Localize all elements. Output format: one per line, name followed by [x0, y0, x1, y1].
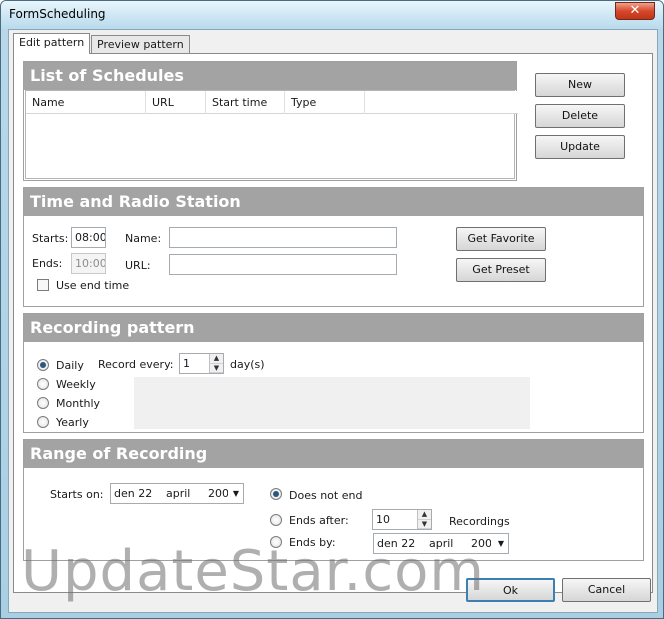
schedules-list[interactable]: Name URL Start time Type [25, 90, 518, 179]
pattern-options-panel [134, 377, 530, 429]
ends-after-radio[interactable] [270, 514, 282, 526]
close-button[interactable]: ✕ [615, 2, 655, 20]
record-every-label: Record every: [98, 358, 174, 371]
start-date-year: 2007 [208, 487, 228, 500]
schedules-table-header: Name URL Start time Type [26, 91, 518, 114]
edit-pattern-page: List of Schedules Name URL Start time Ty… [13, 53, 653, 593]
delete-button[interactable]: Delete [535, 104, 625, 128]
spin-down-icon[interactable]: ▼ [210, 364, 223, 373]
column-header-url[interactable]: URL [146, 91, 206, 114]
daily-radio[interactable] [37, 359, 49, 371]
daily-label: Daily [56, 359, 84, 372]
station-name-input[interactable] [169, 227, 397, 248]
station-url-input[interactable] [169, 254, 397, 275]
update-button[interactable]: Update [535, 135, 625, 159]
start-date-picker[interactable]: den 22 april 2007 ▼ [110, 483, 244, 504]
schedules-header: List of Schedules [24, 62, 516, 90]
column-header-start-time[interactable]: Start time [206, 91, 285, 114]
ends-after-value: 10 [376, 513, 390, 526]
recordings-label: Recordings [449, 515, 510, 528]
column-header-name[interactable]: Name [26, 91, 146, 114]
time-station-header: Time and Radio Station [24, 188, 643, 216]
use-end-time-checkbox[interactable] [37, 279, 49, 291]
window-title: FormScheduling [9, 7, 106, 21]
range-header: Range of Recording [24, 440, 643, 468]
start-date-month: april [166, 487, 191, 500]
watermark: UpdateStar.com [21, 539, 485, 604]
monthly-radio[interactable] [37, 397, 49, 409]
record-every-value: 1 [183, 357, 190, 370]
client-area: Edit pattern Preview pattern List of Sch… [8, 29, 658, 613]
weekly-label: Weekly [56, 378, 96, 391]
start-time-input[interactable]: 08:00 [71, 227, 106, 248]
title-bar: FormScheduling ✕ [1, 1, 663, 29]
get-favorite-button[interactable]: Get Favorite [456, 227, 546, 251]
chevron-down-icon[interactable]: ▼ [498, 534, 504, 553]
schedules-group: List of Schedules Name URL Start time Ty… [23, 61, 518, 181]
recording-pattern-header: Recording pattern [24, 314, 643, 342]
time-station-group: Time and Radio Station Starts: 08:00 End… [23, 187, 644, 307]
start-date-day: den 22 [114, 487, 153, 500]
recording-pattern-group: Recording pattern Daily Weekly Monthly Y… [23, 313, 644, 433]
spin-down-icon[interactable]: ▼ [418, 520, 431, 529]
url-label: URL: [125, 259, 151, 272]
starts-label: Starts: [32, 232, 69, 245]
new-button[interactable]: New [535, 73, 625, 97]
ends-label: Ends: [32, 257, 63, 270]
spin-up-icon[interactable]: ▲ [210, 354, 223, 364]
end-time-input[interactable]: 10:00 [71, 253, 106, 274]
tab-edit-pattern[interactable]: Edit pattern [13, 33, 91, 54]
does-not-end-label: Does not end [289, 489, 363, 502]
days-unit-label: day(s) [230, 358, 265, 371]
does-not-end-radio[interactable] [270, 488, 282, 500]
starts-on-label: Starts on: [50, 488, 104, 501]
spin-up-icon[interactable]: ▲ [418, 510, 431, 520]
weekly-radio[interactable] [37, 378, 49, 390]
column-header-type[interactable]: Type [285, 91, 365, 114]
form-scheduling-window: FormScheduling ✕ Edit pattern Preview pa… [0, 0, 664, 619]
cancel-button[interactable]: Cancel [562, 578, 651, 602]
record-every-input[interactable]: 1 ▲ ▼ [179, 353, 224, 374]
record-every-spinner[interactable]: ▲ ▼ [209, 354, 223, 373]
use-end-time-label: Use end time [56, 279, 130, 292]
monthly-label: Monthly [56, 397, 101, 410]
yearly-radio[interactable] [37, 416, 49, 428]
chevron-down-icon[interactable]: ▼ [233, 484, 239, 503]
yearly-label: Yearly [56, 416, 89, 429]
name-label: Name: [125, 232, 162, 245]
ends-after-input[interactable]: 10 ▲ ▼ [372, 509, 432, 530]
ends-after-label: Ends after: [289, 514, 349, 527]
ends-after-spinner[interactable]: ▲ ▼ [417, 510, 431, 529]
get-preset-button[interactable]: Get Preset [456, 258, 546, 282]
tab-preview-pattern[interactable]: Preview pattern [91, 35, 190, 54]
